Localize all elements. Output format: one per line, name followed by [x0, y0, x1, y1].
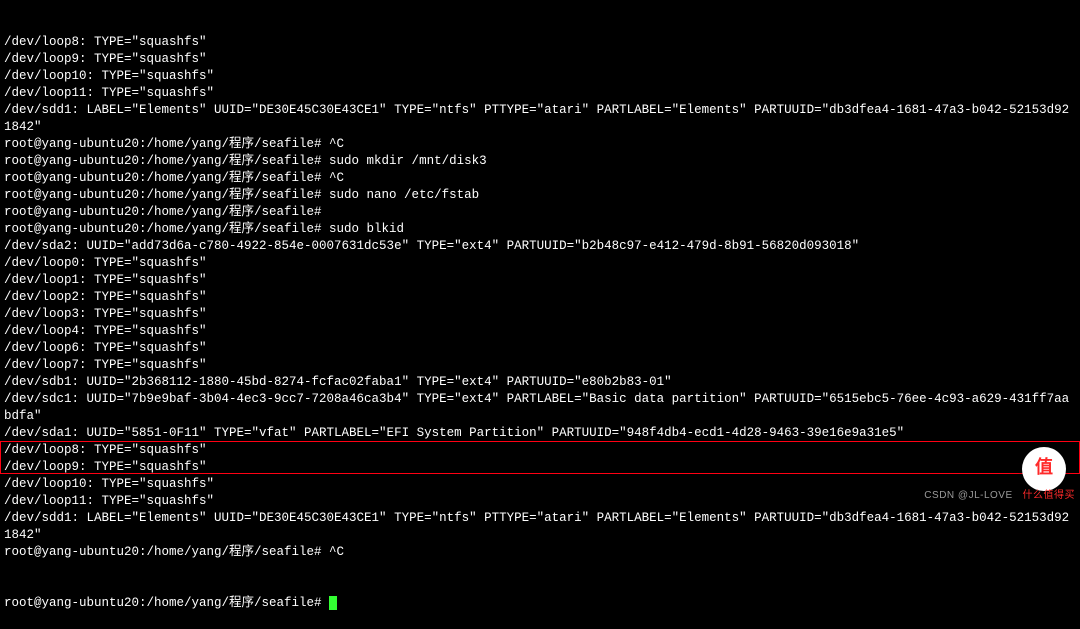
prompt-text: root@yang-ubuntu20:/home/yang/程序/seafile…: [4, 596, 329, 610]
terminal-line: /dev/sdd1: LABEL="Elements" UUID="DE30E4…: [4, 102, 1076, 136]
terminal-line: /dev/sdb1: UUID="2b368112-1880-45bd-8274…: [4, 374, 1076, 391]
terminal-line: /dev/sdc1: UUID="7b9e9baf-3b04-4ec3-9cc7…: [4, 391, 1076, 425]
terminal-line: /dev/loop4: TYPE="squashfs": [4, 323, 1076, 340]
terminal-line: /dev/loop11: TYPE="squashfs": [4, 493, 1076, 510]
terminal-line: /dev/loop9: TYPE="squashfs": [4, 51, 1076, 68]
terminal-line: /dev/sdd1: LABEL="Elements" UUID="DE30E4…: [4, 510, 1076, 544]
terminal-line: root@yang-ubuntu20:/home/yang/程序/seafile…: [4, 221, 1076, 238]
terminal-line: root@yang-ubuntu20:/home/yang/程序/seafile…: [4, 187, 1076, 204]
terminal-line: /dev/loop8: TYPE="squashfs": [4, 34, 1076, 51]
watermark-badge: 值: [1022, 447, 1066, 491]
terminal-line: root@yang-ubuntu20:/home/yang/程序/seafile…: [4, 204, 1076, 221]
terminal-output[interactable]: /dev/loop8: TYPE="squashfs"/dev/loop9: T…: [0, 0, 1080, 629]
terminal-line: root@yang-ubuntu20:/home/yang/程序/seafile…: [4, 544, 1076, 561]
terminal-line: /dev/loop9: TYPE="squashfs": [4, 459, 1076, 476]
cursor-block: [329, 596, 337, 610]
watermark-subtext: CSDN @JL-LOVE 什么值得买: [924, 487, 1075, 504]
prompt-line[interactable]: root@yang-ubuntu20:/home/yang/程序/seafile…: [4, 595, 1076, 612]
terminal-line: /dev/loop6: TYPE="squashfs": [4, 340, 1076, 357]
terminal-line: /dev/loop7: TYPE="squashfs": [4, 357, 1076, 374]
terminal-line: /dev/loop0: TYPE="squashfs": [4, 255, 1076, 272]
terminal-line: /dev/loop1: TYPE="squashfs": [4, 272, 1076, 289]
watermark-main-char: 值: [1035, 461, 1053, 478]
terminal-line: /dev/loop3: TYPE="squashfs": [4, 306, 1076, 323]
terminal-line: /dev/loop10: TYPE="squashfs": [4, 476, 1076, 493]
terminal-line: root@yang-ubuntu20:/home/yang/程序/seafile…: [4, 153, 1076, 170]
terminal-line: root@yang-ubuntu20:/home/yang/程序/seafile…: [4, 136, 1076, 153]
terminal-line: /dev/loop8: TYPE="squashfs": [4, 442, 1076, 459]
terminal-line: /dev/sda2: UUID="add73d6a-c780-4922-854e…: [4, 238, 1076, 255]
terminal-line: /dev/loop11: TYPE="squashfs": [4, 85, 1076, 102]
terminal-line: root@yang-ubuntu20:/home/yang/程序/seafile…: [4, 170, 1076, 187]
terminal-line: /dev/loop2: TYPE="squashfs": [4, 289, 1076, 306]
terminal-line: /dev/loop10: TYPE="squashfs": [4, 68, 1076, 85]
terminal-line: /dev/sda1: UUID="5851-0F11" TYPE="vfat" …: [4, 425, 1076, 442]
